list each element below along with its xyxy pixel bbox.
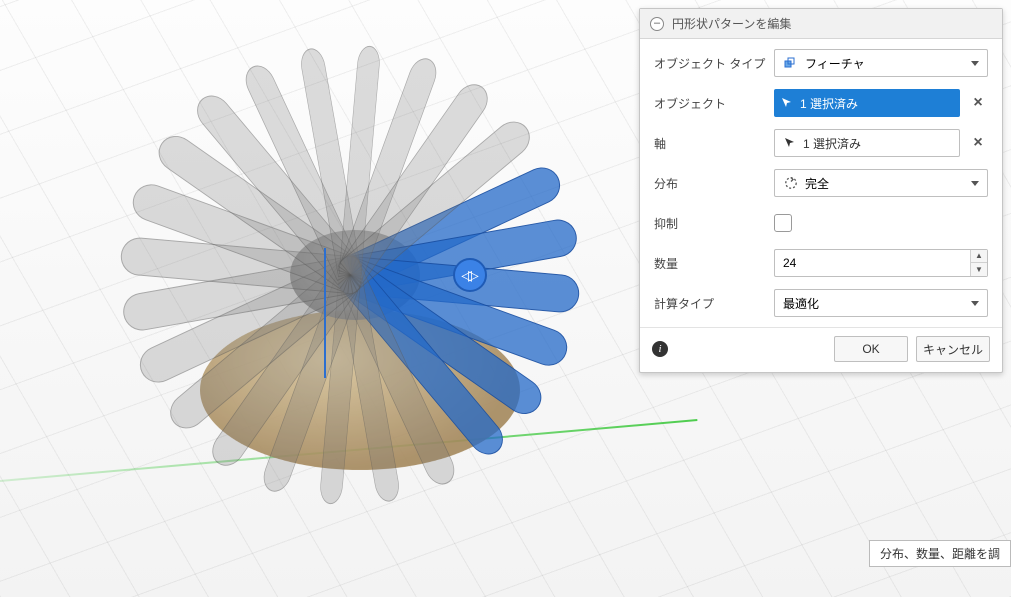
dialog-body: オブジェクト タイプ フィーチャ オブジェクト 1 選択済み [640,39,1002,327]
full-circle-icon [783,175,799,191]
chevron-down-icon [971,181,979,186]
turbine-blades [350,275,351,276]
turbine-hub-disc [200,310,520,470]
selection-axis-value: 1 選択済み [803,135,861,152]
label-object-type: オブジェクト タイプ [654,55,774,72]
clear-axis-button[interactable]: × [968,133,988,153]
dialog-header: – 円形状パターンを編集 [640,9,1002,39]
checkbox-suppress[interactable] [774,214,792,232]
dropdown-compute-value: 最適化 [783,295,819,312]
dialog-title: 円形状パターンを編集 [672,15,791,32]
turbine-hub-cap [290,230,420,320]
turbine-blade [338,54,442,279]
turbine-blade [259,270,363,495]
info-icon[interactable]: i [652,341,668,357]
turbine-blade [337,78,494,284]
turbine-blade [338,273,402,504]
ok-button[interactable]: OK [834,336,908,362]
cursor-icon [780,96,794,110]
row-quantity: 数量 ▲ ▼ [640,243,1002,283]
selection-objects-value: 1 選択済み [800,95,858,112]
turbine-blade [120,256,353,333]
cancel-button[interactable]: キャンセル [916,336,990,362]
dropdown-object-type[interactable]: フィーチャ [774,49,988,77]
chevron-down-icon [971,61,979,66]
row-compute: 計算タイプ 最適化 [640,283,1002,323]
turbine-blade [163,262,361,436]
label-quantity: 数量 [654,255,774,272]
turbine-blade [128,179,357,292]
dropdown-distribution-value: 完全 [805,175,829,192]
label-objects: オブジェクト [654,95,774,112]
status-hint: 分布、数量、距離を調 [869,540,1011,567]
row-axis: 軸 1 選択済み × [640,123,1002,163]
label-axis: 軸 [654,135,774,152]
turbine-blade [205,266,362,472]
row-suppress: 抑制 [640,203,1002,243]
turbine-blade [340,261,548,422]
turbine-blade [152,129,360,290]
turbine-blade [190,89,362,286]
turbine-blade [339,45,381,276]
label-suppress: 抑制 [654,215,774,232]
quantity-spinner: ▲ ▼ [970,250,987,276]
turbine-blade [298,46,362,277]
turbine-blade [119,236,351,294]
label-compute: 計算タイプ [654,295,774,312]
cursor-icon [783,136,797,150]
selection-axis[interactable]: 1 選択済み [774,129,960,157]
row-objects: オブジェクト 1 選択済み × [640,83,1002,123]
chevron-down-icon [971,301,979,306]
dropdown-compute[interactable]: 最適化 [774,289,988,317]
dropdown-object-type-value: フィーチャ [805,55,865,72]
quantity-step-down[interactable]: ▼ [971,263,987,276]
circular-pattern-dialog: – 円形状パターンを編集 オブジェクト タイプ フィーチャ オブジェクト [639,8,1003,373]
dropdown-distribution[interactable]: 完全 [774,169,988,197]
turbine-blade [337,269,460,489]
input-quantity[interactable]: ▲ ▼ [774,249,988,277]
dialog-footer: i OK キャンセル [640,327,1002,372]
input-quantity-field[interactable] [783,256,964,270]
clear-objects-button[interactable]: × [968,93,988,113]
rotate-manipulator[interactable] [453,258,487,292]
feature-icon [783,55,799,71]
turbine-blade [240,61,363,281]
selection-objects[interactable]: 1 選択済み [774,89,960,117]
label-distribution: 分布 [654,175,774,192]
axis-handle-line[interactable] [324,248,326,378]
row-distribution: 分布 完全 [640,163,1002,203]
row-object-type: オブジェクト タイプ フィーチャ [640,43,1002,83]
turbine-blade [338,265,510,462]
turbine-blade [339,114,537,288]
quantity-step-up[interactable]: ▲ [971,250,987,263]
collapse-icon[interactable]: – [650,17,664,31]
turbine-model [60,50,660,590]
axis-line-green [0,419,697,482]
